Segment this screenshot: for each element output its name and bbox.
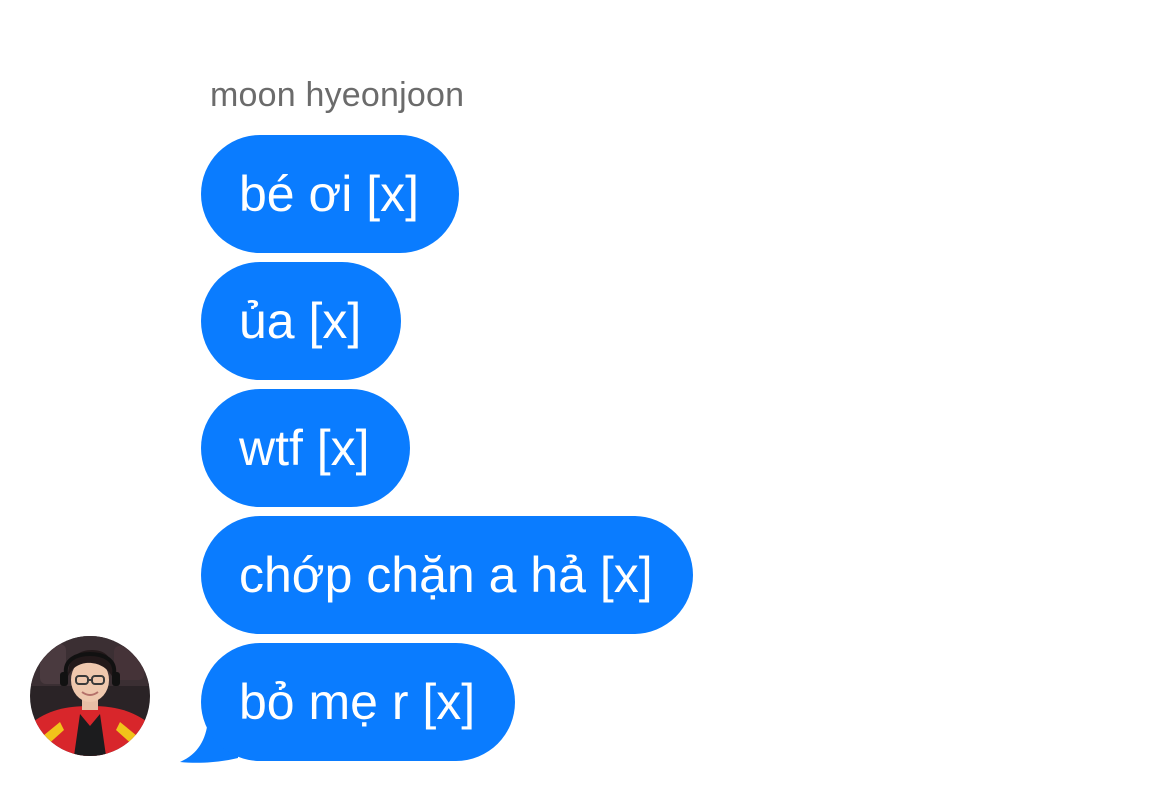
user-photo-avatar-icon [30, 636, 150, 756]
message-bubble[interactable]: ủa [x] [201, 262, 402, 380]
message-bubble[interactable]: bỏ mẹ r [x] [201, 643, 516, 761]
sender-avatar[interactable] [30, 636, 150, 756]
message-bubble[interactable]: bé ơi [x] [201, 135, 460, 253]
sender-name: moon hyeonjoon [210, 76, 465, 114]
message-bubble[interactable]: wtf [x] [201, 389, 410, 507]
message-bubble[interactable]: chớp chặn a hả [x] [201, 516, 693, 634]
